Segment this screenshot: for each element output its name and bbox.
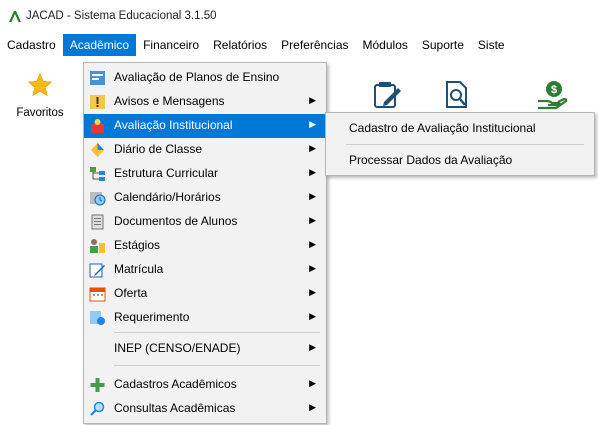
submenu-arrow-icon: ▶ bbox=[309, 167, 316, 177]
menu-separator bbox=[114, 332, 320, 333]
menu-item-calendario-horarios[interactable]: Calendário/Horários ▶ bbox=[84, 186, 326, 210]
menu-item-label: Oferta bbox=[114, 286, 148, 300]
submenu-arrow-icon: ▶ bbox=[309, 215, 316, 225]
calendar-icon bbox=[89, 287, 106, 302]
menu-item-label: Consultas Acadêmicas bbox=[114, 401, 236, 415]
submenu-arrow-icon: ▶ bbox=[309, 191, 316, 201]
submenu-arrow-icon: ▶ bbox=[309, 143, 316, 153]
plus-icon bbox=[90, 378, 105, 392]
menu-cadastro[interactable]: Cadastro bbox=[0, 34, 63, 56]
menu-item-label: Requerimento bbox=[114, 310, 190, 324]
submenu-arrow-icon: ▶ bbox=[309, 311, 316, 321]
window-title: JACAD - Sistema Educacional 3.1.50 bbox=[26, 10, 217, 22]
avaliacao-institucional-submenu: Cadastro de Avaliação Institucional Proc… bbox=[325, 112, 595, 176]
menu-item-label: Cadastros Acadêmicos bbox=[114, 377, 237, 391]
edit-form-icon[interactable] bbox=[372, 80, 402, 110]
menu-item-label: Avaliação de Planos de Ensino bbox=[114, 70, 280, 84]
submenu-arrow-icon: ▶ bbox=[309, 402, 316, 412]
menu-item-documentos-alunos[interactable]: Documentos de Alunos ▶ bbox=[84, 210, 326, 234]
title-bar: JACAD - Sistema Educacional 3.1.50 bbox=[0, 0, 598, 32]
enrollment-icon bbox=[89, 263, 105, 278]
submenu-arrow-icon: ▶ bbox=[309, 342, 316, 352]
internship-icon bbox=[90, 239, 105, 253]
menu-relatorios[interactable]: Relatórios bbox=[206, 34, 274, 56]
submenu-separator bbox=[346, 144, 584, 145]
money-hand-icon[interactable]: $ bbox=[536, 80, 568, 110]
menu-preferencias[interactable]: Preferências bbox=[274, 34, 355, 56]
submenu-arrow-icon: ▶ bbox=[309, 239, 316, 249]
menu-item-avaliacao-institucional[interactable]: Avaliação Institucional ▶ bbox=[84, 114, 326, 138]
calendar-clock-icon bbox=[90, 192, 106, 206]
svg-text:$: $ bbox=[551, 84, 557, 96]
submenu-arrow-icon: ▶ bbox=[309, 287, 316, 297]
menu-item-oferta[interactable]: Oferta ▶ bbox=[84, 282, 326, 306]
document-search-icon[interactable] bbox=[442, 80, 472, 110]
menu-item-estagios[interactable]: Estágios ▶ bbox=[84, 234, 326, 258]
star-icon bbox=[27, 72, 53, 97]
submenu-item-cadastro-avaliacao[interactable]: Cadastro de Avaliação Institucional bbox=[326, 115, 594, 141]
submenu-arrow-icon: ▶ bbox=[309, 95, 316, 105]
menu-item-diario-classe[interactable]: Diário de Classe ▶ bbox=[84, 138, 326, 162]
menu-item-label: Matrícula bbox=[114, 262, 164, 276]
submenu-arrow-icon: ▶ bbox=[309, 378, 316, 388]
diary-icon bbox=[91, 143, 104, 157]
menu-item-label: Diário de Classe bbox=[114, 142, 203, 156]
menu-financeiro[interactable]: Financeiro bbox=[136, 34, 206, 56]
structure-icon bbox=[90, 167, 105, 181]
menu-item-label: Documentos de Alunos bbox=[114, 214, 238, 228]
menu-item-estrutura-curricular[interactable]: Estrutura Curricular ▶ bbox=[84, 162, 326, 186]
menu-separator bbox=[114, 365, 320, 366]
menu-suporte[interactable]: Suporte bbox=[415, 34, 471, 56]
menu-item-requerimento[interactable]: Requerimento ▶ bbox=[84, 306, 326, 330]
submenu-arrow-icon: ▶ bbox=[309, 263, 316, 273]
document-icon bbox=[91, 214, 104, 230]
academico-dropdown: Avaliação de Planos de Ensino Avisos e M… bbox=[83, 62, 327, 424]
menu-item-cadastros-academicos[interactable]: Cadastros Acadêmicos ▶ bbox=[84, 373, 326, 397]
search-icon bbox=[90, 401, 105, 416]
plan-icon bbox=[90, 71, 105, 85]
request-icon bbox=[90, 311, 105, 325]
favoritos-label: Favoritos bbox=[16, 107, 64, 119]
menu-item-label: Estágios bbox=[114, 238, 161, 252]
menu-item-consultas-academicas[interactable]: Consultas Acadêmicas ▶ bbox=[84, 397, 326, 421]
submenu-arrow-icon: ▶ bbox=[309, 119, 316, 129]
menu-item-label: INEP (CENSO/ENADE) bbox=[114, 341, 241, 355]
menu-sistema[interactable]: Siste bbox=[471, 34, 512, 56]
favoritos-button[interactable]: Favoritos bbox=[10, 72, 70, 119]
menu-modulos[interactable]: Módulos bbox=[356, 34, 415, 56]
menu-item-label: Estrutura Curricular bbox=[114, 166, 219, 180]
submenu-item-processar-dados[interactable]: Processar Dados da Avaliação bbox=[326, 147, 594, 173]
menu-item-label: Calendário/Horários bbox=[114, 190, 221, 204]
warning-icon bbox=[90, 95, 105, 109]
menu-item-avaliacao-planos[interactable]: Avaliação de Planos de Ensino bbox=[84, 66, 326, 90]
evaluation-icon bbox=[91, 119, 104, 133]
menu-academico[interactable]: Acadêmico bbox=[62, 34, 137, 56]
menu-bar: Cadastro Acadêmico Financeiro Relatórios… bbox=[0, 34, 598, 56]
menu-item-matricula[interactable]: Matrícula ▶ bbox=[84, 258, 326, 282]
menu-item-label: Avaliação Institucional bbox=[114, 118, 233, 132]
jacad-logo-icon bbox=[9, 11, 21, 22]
menu-item-inep[interactable]: INEP (CENSO/ENADE) ▶ bbox=[84, 337, 326, 361]
menu-item-label: Avisos e Mensagens bbox=[114, 94, 225, 108]
menu-item-avisos[interactable]: Avisos e Mensagens ▶ bbox=[84, 90, 326, 114]
